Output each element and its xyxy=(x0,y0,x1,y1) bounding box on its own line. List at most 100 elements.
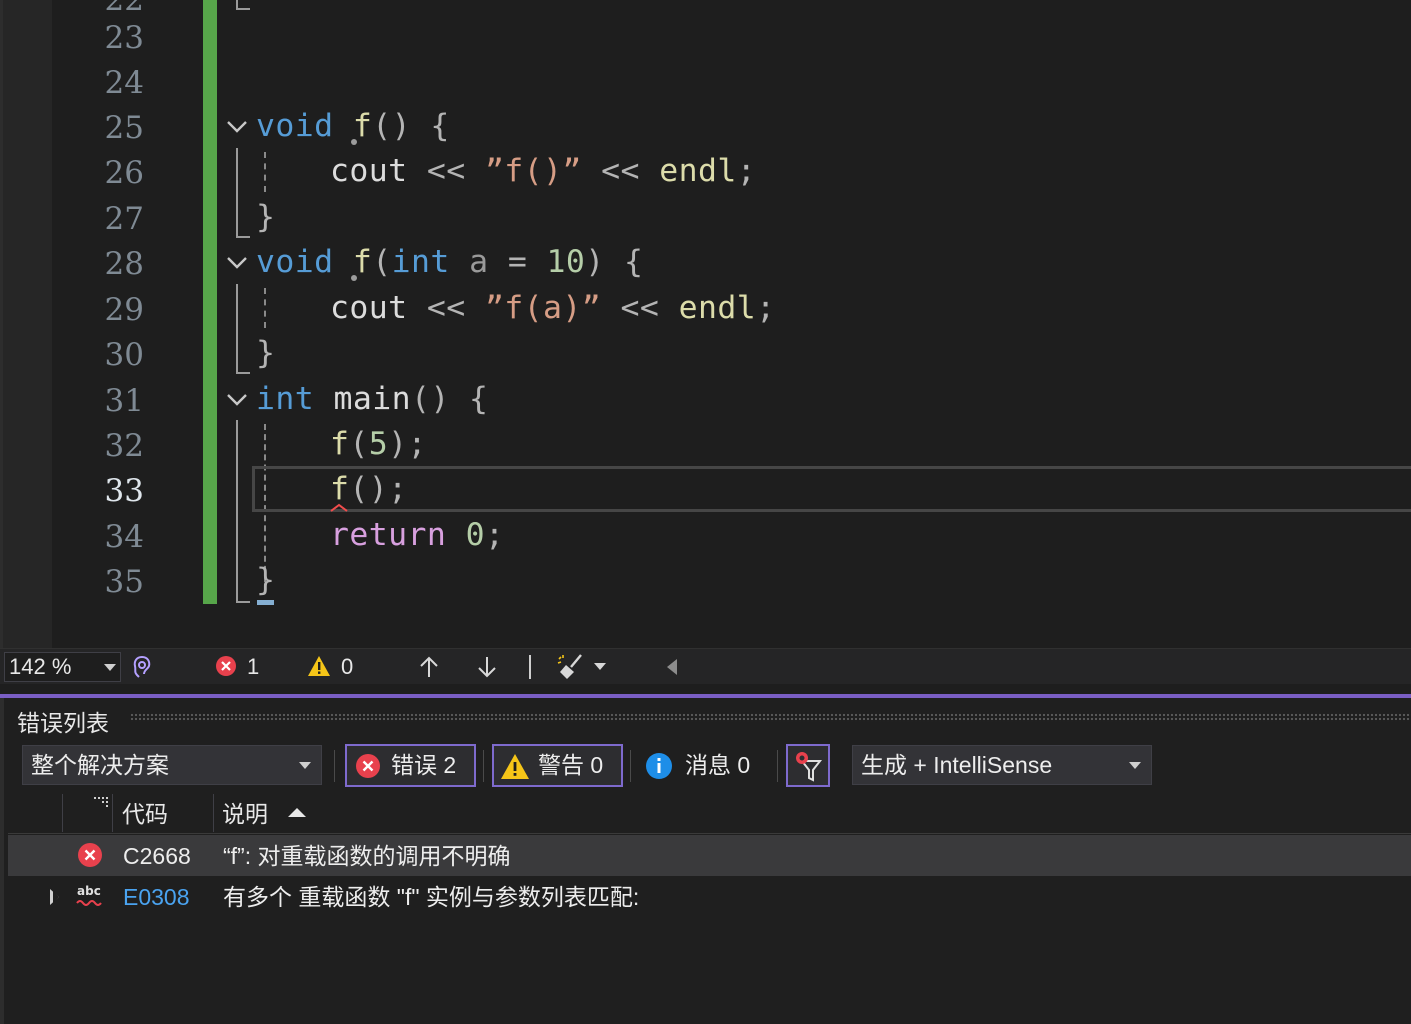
code-token: void xyxy=(256,244,334,280)
code-token: (); xyxy=(349,471,408,507)
panel-title[interactable]: 错误列表 xyxy=(17,704,109,738)
errors-filter-button[interactable]: 错误 2 xyxy=(345,744,476,787)
code-token: int xyxy=(391,244,450,280)
scroll-left-icon[interactable] xyxy=(667,659,677,675)
error-list-panel: 错误列表 整个解决方案 错误 2 警告 0 消息 0 生成 + IntelliS… xyxy=(0,698,1411,1024)
code-line-30: } xyxy=(256,331,275,376)
warning-icon[interactable] xyxy=(307,655,331,677)
line-number: 27 xyxy=(104,201,144,237)
editor-status-strip: 142 % 1 0 xyxy=(0,648,1411,684)
table-row[interactable]: abc E0308 有多个 重载函数 "f" 实例与参数列表匹配: xyxy=(8,876,1411,917)
error-code-link[interactable]: E0308 xyxy=(123,876,190,917)
code-token: void xyxy=(256,108,334,144)
error-description: 有多个 重载函数 "f" 实例与参数列表匹配: xyxy=(223,884,640,910)
code-token: f xyxy=(330,426,350,462)
fold-chevron-icon[interactable] xyxy=(225,388,249,412)
svg-text:abc: abc xyxy=(77,884,101,898)
code-token: a xyxy=(449,244,508,280)
column-header-description[interactable]: 说明 xyxy=(222,792,268,834)
brace-guide xyxy=(236,420,250,603)
sort-ascending-icon xyxy=(288,808,306,817)
indent-guide xyxy=(264,288,266,328)
brace-guide xyxy=(236,0,250,10)
cleanup-brush-icon[interactable] xyxy=(557,653,587,681)
build-source-value: 生成 + IntelliSense xyxy=(861,752,1053,778)
arrow-up-icon[interactable] xyxy=(418,655,440,679)
code-token: } xyxy=(256,562,276,598)
arrow-down-icon[interactable] xyxy=(476,655,498,679)
error-squiggle-icon xyxy=(330,503,348,512)
error-icon xyxy=(356,754,380,778)
code-line-29: cout << ”f(a)” << endl; xyxy=(330,286,775,331)
panel-drag-handle[interactable] xyxy=(130,713,1411,722)
chevron-down-icon[interactable] xyxy=(594,663,606,670)
code-token: f xyxy=(330,471,350,507)
health-icon[interactable] xyxy=(130,654,154,680)
code-token: ”f()” xyxy=(484,153,582,189)
line-number: 34 xyxy=(104,519,144,555)
reference-dot xyxy=(351,275,357,281)
scope-dropdown[interactable]: 整个解决方案 xyxy=(22,745,322,785)
code-token: << xyxy=(581,153,660,189)
line-number: 32 xyxy=(104,428,144,464)
messages-filter-button[interactable]: 消息 0 xyxy=(645,744,775,787)
error-description: “f”: 对重载函数的调用不明确 xyxy=(223,843,511,869)
error-icon[interactable] xyxy=(215,655,237,677)
warning-icon xyxy=(501,754,529,779)
toolbar-divider xyxy=(334,750,335,782)
code-token: ; xyxy=(736,153,757,189)
column-divider[interactable] xyxy=(62,794,63,832)
code-token: endl xyxy=(659,153,737,189)
line-number-current: 33 xyxy=(104,473,144,509)
code-editor[interactable]: 22 23 24 25 26 27 28 29 30 31 32 33 34 3… xyxy=(0,0,1411,648)
code-line-28: void f(int a = 10) { xyxy=(256,240,643,285)
line-number: 29 xyxy=(104,292,144,328)
code-token: 5 xyxy=(368,426,389,462)
code-token: ( xyxy=(372,244,392,280)
code-token: } xyxy=(256,199,276,235)
code-token: << xyxy=(601,290,679,326)
messages-filter-label: 消息 0 xyxy=(685,752,751,778)
code-line-27: } xyxy=(256,195,275,240)
toolbar-divider xyxy=(483,750,484,782)
column-divider[interactable] xyxy=(112,794,113,832)
intellisense-abc-icon: abc xyxy=(76,884,102,906)
column-divider[interactable] xyxy=(213,794,214,832)
build-source-dropdown[interactable]: 生成 + IntelliSense xyxy=(852,745,1152,785)
zoom-dropdown[interactable]: 142 % xyxy=(4,652,121,682)
code-token: << xyxy=(407,290,485,326)
warning-count[interactable]: 0 xyxy=(341,652,353,682)
table-row[interactable]: C2668 “f”: 对重载函数的调用不明确 xyxy=(8,835,1411,876)
brace-match-highlight xyxy=(257,600,274,605)
code-token: ; xyxy=(756,290,776,326)
warnings-filter-label: 警告 0 xyxy=(538,752,604,778)
indent-guide xyxy=(264,152,266,192)
filter-toggle-button[interactable] xyxy=(786,744,830,787)
error-code: C2668 xyxy=(123,843,191,869)
code-token: 0 xyxy=(465,517,485,553)
editor-margin xyxy=(0,0,52,648)
column-header-code[interactable]: 代码 xyxy=(122,792,168,834)
code-token: ; xyxy=(484,517,505,553)
line-number: 26 xyxy=(104,155,144,191)
code-line-35: } xyxy=(256,558,275,603)
code-token: } xyxy=(256,335,276,371)
info-icon xyxy=(646,753,672,779)
line-number: 31 xyxy=(104,383,144,419)
error-count[interactable]: 1 xyxy=(247,652,259,682)
code-line-32: f(5); xyxy=(330,422,427,467)
code-token: () { xyxy=(372,108,450,144)
column-options-icon[interactable] xyxy=(94,797,108,809)
brace-guide xyxy=(236,148,250,238)
current-line-highlight xyxy=(252,466,1411,512)
code-token: int xyxy=(256,381,315,417)
fold-chevron-icon[interactable] xyxy=(225,251,249,275)
code-line-31: int main() { xyxy=(256,377,488,422)
line-number: 25 xyxy=(104,110,144,146)
warnings-filter-button[interactable]: 警告 0 xyxy=(492,744,623,787)
fold-chevron-icon[interactable] xyxy=(225,115,249,139)
code-token: ) { xyxy=(585,244,644,280)
code-token: << xyxy=(407,153,485,189)
line-number: 28 xyxy=(104,246,144,282)
code-token: ); xyxy=(388,426,427,462)
